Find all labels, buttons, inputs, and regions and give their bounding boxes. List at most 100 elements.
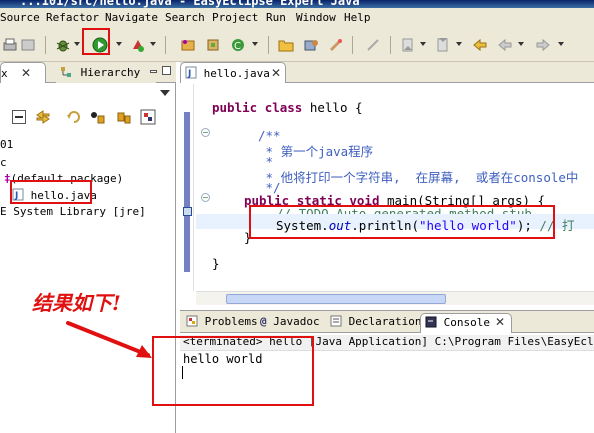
external-tools-icon[interactable] [130, 37, 146, 53]
sync-icon[interactable] [140, 109, 156, 125]
tree-item-src[interactable]: c [0, 156, 7, 169]
tab-declaration[interactable]: Declaration [330, 313, 421, 333]
menu-bar: Source Refactor Navigate Search Project … [0, 8, 594, 28]
tab-declaration-label: Declaration [348, 315, 422, 328]
menu-run[interactable]: Run [266, 11, 286, 24]
svg-text:J: J [187, 69, 191, 79]
filter-icon[interactable] [90, 110, 106, 124]
tab-problems-label: Problems [204, 315, 258, 328]
link-with-editor-icon[interactable] [36, 110, 50, 124]
close-icon[interactable]: ✕ [271, 67, 283, 79]
code-line-close-class[interactable]: } [212, 256, 220, 271]
forward-dropdown-icon[interactable] [558, 42, 564, 46]
annotation-label: 结果如下! [32, 291, 121, 315]
tab-console-label: Console [443, 316, 490, 329]
problems-icon [186, 315, 198, 327]
tree-item-project[interactable]: 01 [0, 138, 13, 151]
new-package-icon[interactable] [180, 37, 196, 53]
open-folder-icon[interactable] [278, 37, 294, 53]
tab-hello-java[interactable]: J hello.java ✕ [180, 62, 286, 83]
tab-javadoc-label: Javadoc [273, 315, 320, 328]
svg-text:C: C [234, 41, 241, 52]
debug-dropdown-icon[interactable] [74, 42, 80, 46]
menu-window[interactable]: Window [296, 11, 336, 24]
next-annotation-icon[interactable] [400, 37, 416, 53]
view-menu-icon[interactable] [160, 90, 170, 96]
print-icon[interactable] [2, 37, 18, 53]
debug-icon[interactable] [55, 37, 71, 53]
ruler-blue-bar [184, 112, 190, 272]
open-type-dropdown-icon[interactable] [252, 42, 258, 46]
ruler-checkbox [183, 207, 192, 216]
fold-icon[interactable] [201, 128, 210, 137]
menu-search[interactable]: Search [165, 11, 205, 24]
close-icon[interactable]: ✕ [495, 316, 507, 328]
collapse-all-icon[interactable] [12, 110, 26, 124]
toolbar-separator [165, 36, 166, 54]
code-token: public [212, 100, 258, 115]
left-tabstrip: x ✕ Hierarchy [0, 62, 176, 83]
maximize-icon[interactable] [162, 66, 171, 75]
hide-fields-icon[interactable] [116, 110, 132, 124]
package-explorer-pane: x ✕ Hierarchy 01 c ‡(default package) J … [0, 62, 176, 433]
tab-package-explorer[interactable]: x ✕ [0, 62, 46, 83]
toolbar-separator [390, 36, 391, 54]
annotation-box-hello-java [10, 180, 92, 204]
fold-icon[interactable] [201, 193, 210, 202]
run-dropdown-icon[interactable] [116, 42, 122, 46]
open-resource-icon[interactable] [303, 37, 319, 53]
javadoc-icon: @ [260, 315, 267, 328]
editor-tabstrip: J hello.java ✕ [180, 62, 594, 83]
edit-icon[interactable] [365, 37, 381, 53]
tab-console[interactable]: Console ✕ [420, 313, 512, 333]
last-edit-icon[interactable] [472, 37, 488, 53]
tab-hello-java-label: hello.java [203, 67, 270, 80]
toolbar-separator [352, 36, 353, 54]
new-class-icon[interactable] [205, 37, 221, 53]
menu-refactor[interactable]: Refactor [46, 11, 99, 24]
menu-help[interactable]: Help [344, 11, 371, 24]
search-icon[interactable] [328, 37, 344, 53]
toolbar-separator [268, 36, 269, 54]
open-type-icon[interactable]: C [230, 37, 246, 53]
prev-annotation-dropdown-icon[interactable] [456, 42, 462, 46]
tab-package-explorer-label: x [1, 67, 8, 80]
code-line-class[interactable]: public class hello { [212, 100, 363, 115]
explorer-toolbar [0, 108, 176, 128]
annotation-box-println [249, 205, 555, 239]
next-annotation-dropdown-icon[interactable] [420, 42, 426, 46]
menu-source[interactable]: Source [0, 11, 40, 24]
menu-project[interactable]: Project [212, 11, 258, 24]
forward-icon[interactable] [535, 37, 551, 53]
minimize-icon[interactable] [150, 70, 157, 73]
tab-javadoc[interactable]: @ Javadoc [260, 313, 320, 333]
toolbar-separator [45, 36, 46, 54]
console-icon [425, 316, 437, 328]
declaration-icon [330, 315, 342, 327]
hierarchy-icon [61, 67, 71, 77]
tree-item-jre-library[interactable]: E System Library [jre] [0, 205, 146, 218]
refresh-icon[interactable] [66, 110, 82, 124]
external-tools-dropdown-icon[interactable] [150, 42, 156, 46]
java-file-icon: J [185, 66, 197, 79]
tab-hierarchy[interactable]: Hierarchy [56, 62, 156, 83]
annotation-box-run-button [82, 28, 110, 55]
annotation-arrow [66, 321, 152, 358]
code-token: hello { [302, 100, 363, 115]
back-icon[interactable] [497, 37, 513, 53]
window-title-bar: ...101/src/hello.java - EasyEclipse Expe… [0, 0, 594, 8]
tab-problems[interactable]: Problems [186, 313, 258, 333]
save-icon[interactable] [20, 37, 36, 53]
menu-navigate[interactable]: Navigate [105, 11, 158, 24]
annotation-box-output [152, 336, 314, 406]
close-icon[interactable]: ✕ [21, 67, 33, 79]
code-token: class [264, 100, 303, 115]
console-tabstrip: Problems @ Javadoc Declaration Console ✕ [180, 311, 594, 333]
editor-horizontal-scrollbar[interactable] [196, 291, 594, 305]
prev-annotation-icon[interactable] [435, 37, 451, 53]
code-editor: J hello.java ✕ public class hello { /** … [180, 62, 594, 306]
back-dropdown-icon[interactable] [518, 42, 524, 46]
scrollbar-thumb[interactable] [226, 294, 446, 304]
code-line-javadoc-3[interactable]: * 他将打印一个字符串, 在屏幕, 或者在console中 [258, 167, 579, 186]
code-line-javadoc-1[interactable]: * 第一个java程序 [258, 141, 374, 160]
